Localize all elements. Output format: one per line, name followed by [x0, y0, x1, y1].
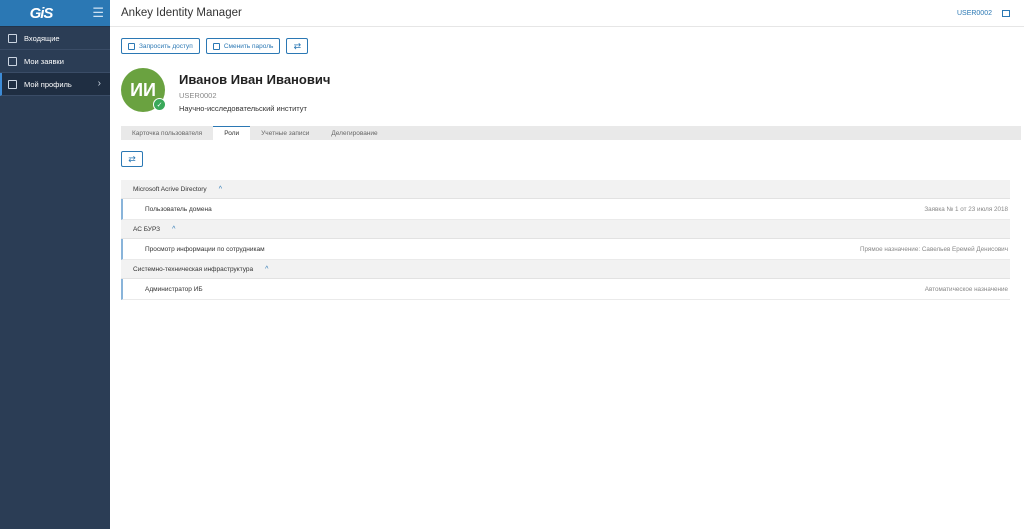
edit-icon — [212, 42, 220, 50]
app-logo[interactable]: GiS — [0, 5, 82, 22]
group-header[interactable]: Microsoft Acrive Directory ^ — [121, 180, 1010, 199]
sidebar-item-label: Мои заявки — [24, 56, 64, 66]
sidebar-item-my-profile[interactable]: Мой профиль › — [0, 73, 110, 96]
sidebar: GiS ☰ Входящие Мои заявки Мой профиль › — [0, 0, 110, 529]
hamburger-icon[interactable]: ☰ — [92, 5, 104, 21]
sidebar-item-label: Входящие — [24, 33, 60, 43]
list-item[interactable]: Администратор ИБ Автоматическое назначен… — [121, 279, 1010, 300]
role-source: Прямое назначение: Савельев Еремей Денис… — [859, 245, 1008, 253]
roles-refresh-button[interactable]: ⇄ — [121, 151, 143, 167]
refresh-icon: ⇄ — [128, 153, 136, 164]
tab-user-card[interactable]: Карточка пользователя — [121, 126, 213, 140]
sidebar-item-label: Мой профиль — [24, 79, 72, 89]
roles-list: Microsoft Acrive Directory ^ Пользовател… — [121, 180, 1010, 300]
list-icon — [8, 56, 17, 66]
check-icon: ✓ — [153, 98, 166, 111]
request-access-button[interactable]: Запросить доступ — [121, 38, 200, 54]
chevron-right-icon: › — [97, 78, 101, 89]
role-name: Администратор ИБ — [145, 285, 203, 293]
change-password-button[interactable]: Сменить пароль — [205, 38, 281, 54]
profile-login: USER0002 — [179, 91, 217, 100]
tab-accounts[interactable]: Учетные записи — [250, 126, 320, 140]
tab-bar: Карточка пользователя Роли Учетные запис… — [121, 126, 1021, 140]
chevron-up-icon[interactable]: ^ — [172, 226, 175, 233]
chevron-up-icon[interactable]: ^ — [265, 266, 268, 273]
page-title: Ankey Identity Manager — [121, 7, 242, 19]
role-source: Заявка № 1 от 23 июля 2018 — [924, 205, 1008, 213]
chevron-up-icon[interactable]: ^ — [219, 186, 222, 193]
profile-name: Иванов Иван Иванович — [179, 72, 331, 87]
refresh-icon: ⇄ — [293, 40, 302, 51]
current-user-link[interactable]: USER0002 — [957, 10, 992, 17]
list-item[interactable]: Просмотр информации по сотрудникам Прямо… — [121, 239, 1010, 260]
role-name: Пользователь домена — [145, 205, 212, 213]
inbox-icon — [8, 33, 17, 43]
tab-roles[interactable]: Роли — [213, 126, 251, 140]
refresh-button[interactable]: ⇄ — [286, 38, 309, 54]
sidebar-item-inbox[interactable]: Входящие — [0, 27, 110, 50]
sidebar-item-my-requests[interactable]: Мои заявки — [0, 50, 110, 73]
tab-delegation[interactable]: Делегирование — [320, 126, 388, 140]
group-header[interactable]: АС БУРЗ ^ — [121, 220, 1010, 239]
group-header[interactable]: Системно-техническая инфраструктура ^ — [121, 260, 1010, 279]
role-name: Просмотр информации по сотрудникам — [145, 245, 265, 253]
avatar: ИИ ✓ — [121, 68, 166, 112]
list-item[interactable]: Пользователь домена Заявка № 1 от 23 июл… — [121, 199, 1010, 220]
profile-card: ИИ ✓ Иванов Иван Иванович USER0002 Научн… — [121, 68, 330, 113]
logo-bar: GiS ☰ — [0, 0, 110, 27]
logout-icon[interactable] — [1002, 9, 1010, 17]
role-source: Автоматическое назначение — [924, 285, 1008, 293]
profile-icon — [8, 79, 17, 89]
header: Ankey Identity Manager USER0002 — [110, 0, 1024, 27]
profile-organization: Научно-исследовательский институт — [179, 104, 307, 113]
toolbar: Запросить доступ Сменить пароль ⇄ — [121, 38, 309, 54]
add-icon — [128, 42, 135, 50]
